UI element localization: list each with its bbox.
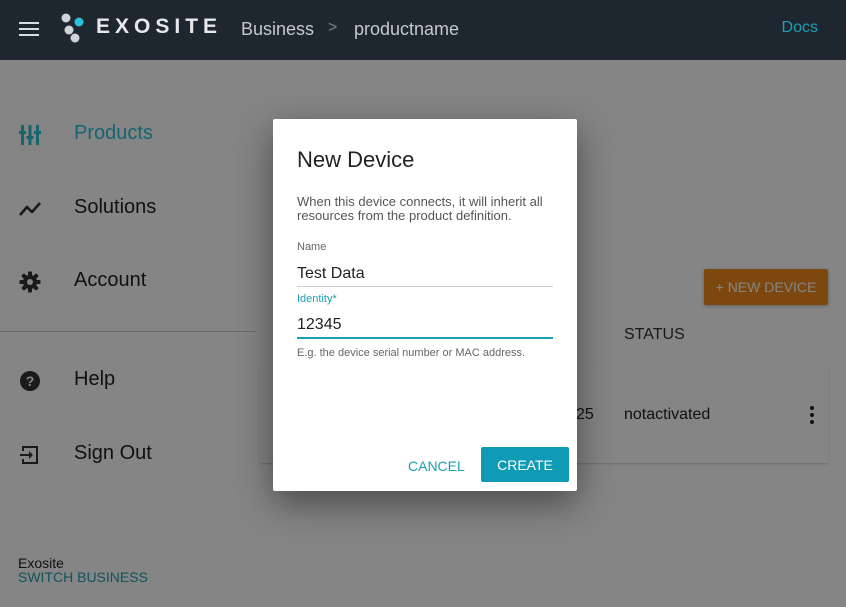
- create-button[interactable]: CREATE: [481, 447, 569, 482]
- name-field[interactable]: [297, 262, 553, 287]
- identity-field-label: Identity*: [297, 293, 337, 305]
- dialog-description: When this device connects, it will inher…: [297, 194, 543, 223]
- name-field-label: Name: [297, 241, 327, 253]
- breadcrumb-business[interactable]: Business: [241, 19, 314, 40]
- identity-field[interactable]: [297, 313, 553, 339]
- hamburger-menu-icon[interactable]: [19, 22, 39, 36]
- exosite-logo-mark: [61, 13, 84, 43]
- dialog-title: New Device: [297, 147, 415, 172]
- breadcrumb-product[interactable]: productname: [354, 19, 459, 40]
- identity-help-text: E.g. the device serial number or MAC add…: [297, 347, 526, 359]
- docs-link[interactable]: Docs: [782, 19, 818, 37]
- cancel-button[interactable]: CANCEL: [402, 448, 470, 484]
- breadcrumb-separator: >: [328, 19, 338, 36]
- brand-wordmark: EXOSITE: [96, 15, 223, 38]
- app-header: EXOSITE Business > productname Docs: [0, 0, 846, 60]
- new-device-dialog: New Device When this device connects, it…: [273, 119, 577, 491]
